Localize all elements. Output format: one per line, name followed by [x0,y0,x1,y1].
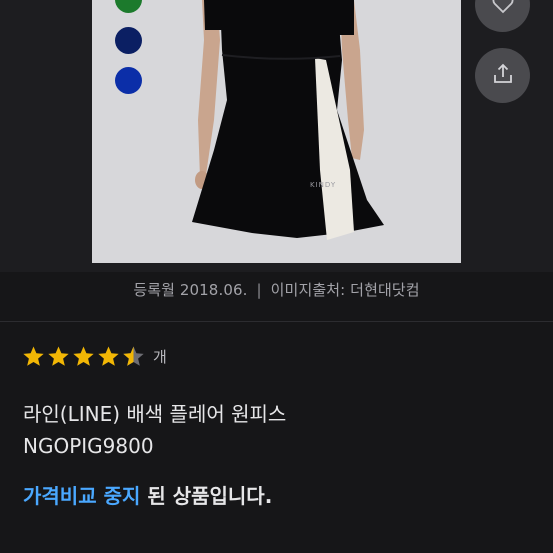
rating[interactable]: 개 [22,345,167,368]
color-swatch-royal-blue[interactable] [115,67,142,94]
notice-highlight: 가격비교 중지 [23,484,141,508]
star-full-icon [73,346,94,366]
product-image-area: KINDY [0,0,553,272]
star-full-icon [98,346,119,366]
image-caption: 등록월 2018.06. | 이미지출처: 더현대닷컴 [0,279,553,300]
share-button[interactable] [475,48,530,103]
star-full-icon [23,346,44,366]
rating-count-unit: 개 [153,348,167,366]
product-name: 라인(LINE) 배색 플레어 원피스 [23,402,287,426]
caption-separator: | [256,281,262,299]
notice-text: 된 상품입니다. [140,484,273,508]
product-photo: KINDY [92,0,461,263]
price-comparison-notice: 가격비교 중지 된 상품입니다. [23,480,272,509]
wishlist-button[interactable] [475,0,530,32]
registration-date: 등록월 2018.06. [133,281,248,299]
share-icon [490,61,516,91]
dress-illustration [192,0,384,240]
color-swatch-navy[interactable] [115,27,142,54]
brand-label: KINDY [310,181,337,189]
section-divider [0,321,553,322]
star-half-icon [123,346,144,366]
product-model-code: NGOPIG9800 [23,434,154,458]
image-source: 이미지출처: 더현대닷컴 [270,281,420,299]
heart-icon [491,0,515,19]
star-full-icon [48,346,69,366]
